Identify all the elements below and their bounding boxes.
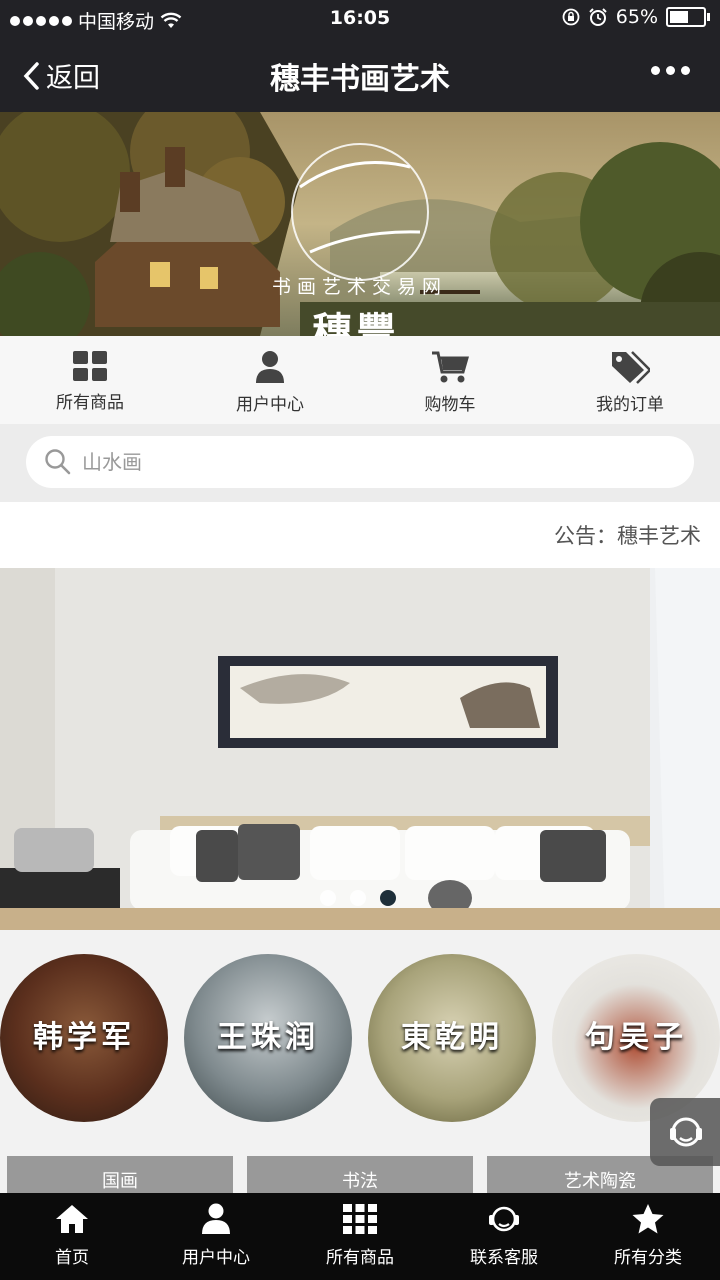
status-bar: 中国移动 16:05 65% bbox=[0, 0, 720, 36]
star-icon bbox=[632, 1204, 664, 1234]
bottom-tab-bar: 首页 用户中心 所有商品 联系客服 所有分类 bbox=[0, 1193, 720, 1280]
banner-logo-sub: 书画艺术交易网 bbox=[272, 276, 448, 298]
lock-rotation-icon bbox=[562, 8, 580, 26]
artist-circle[interactable]: 王珠润 bbox=[184, 954, 352, 1122]
tab-label: 所有商品 bbox=[326, 1248, 394, 1268]
user-icon bbox=[256, 351, 284, 383]
artist-name: 句吴子 bbox=[585, 1020, 687, 1055]
more-dot bbox=[651, 66, 660, 75]
quick-menu-cart[interactable]: 购物车 bbox=[360, 336, 540, 424]
carousel-dot[interactable] bbox=[380, 890, 396, 906]
status-right: 65% bbox=[562, 6, 710, 28]
battery-fill bbox=[670, 11, 688, 23]
page-title: 穗丰书画艺术 bbox=[270, 62, 450, 97]
tab-label: 首页 bbox=[55, 1248, 89, 1268]
nav-bar: 返回 穗丰书画艺术 bbox=[0, 36, 720, 112]
floating-service-button[interactable] bbox=[650, 1098, 720, 1166]
carousel-dot[interactable] bbox=[320, 890, 336, 906]
quick-menu-label: 所有商品 bbox=[56, 393, 124, 413]
carousel-dot[interactable] bbox=[350, 890, 366, 906]
search-input[interactable] bbox=[80, 449, 644, 475]
more-button[interactable] bbox=[651, 66, 690, 75]
battery-icon bbox=[666, 7, 710, 27]
artist-circle[interactable]: 句吴子 bbox=[552, 954, 720, 1122]
artist-row: 韩学军 王珠润 東乾明 句吴子 bbox=[0, 930, 720, 1150]
tab-label: 联系客服 bbox=[470, 1248, 538, 1268]
search-icon bbox=[45, 449, 71, 475]
category-tabs: 国画 书法 艺术陶瓷 bbox=[0, 1156, 720, 1196]
quick-menu-all-products[interactable]: 所有商品 bbox=[0, 336, 180, 424]
banner-logo-main: 穗豐 bbox=[312, 309, 400, 336]
hero-carousel[interactable] bbox=[0, 568, 720, 930]
headset-icon bbox=[489, 1206, 519, 1232]
notice-text: 公告：穗丰艺术 bbox=[554, 524, 701, 548]
tab-all-categories[interactable]: 所有分类 bbox=[576, 1193, 720, 1280]
artist-name: 東乾明 bbox=[401, 1020, 503, 1055]
grid-icon bbox=[73, 351, 107, 381]
quick-menu-label: 购物车 bbox=[424, 395, 476, 415]
artist-circle[interactable]: 東乾明 bbox=[368, 954, 536, 1122]
grid-icon bbox=[343, 1204, 377, 1234]
category-tab[interactable]: 书法 bbox=[247, 1156, 473, 1196]
chevron-left-icon bbox=[23, 61, 39, 90]
quick-menu-user-center[interactable]: 用户中心 bbox=[180, 336, 360, 424]
more-dot bbox=[681, 66, 690, 75]
battery-percent: 65% bbox=[615, 6, 658, 28]
quick-menu-label: 用户中心 bbox=[236, 395, 304, 415]
tag-icon bbox=[612, 351, 650, 384]
quick-menu: 所有商品 用户中心 购物车 我的订单 bbox=[0, 336, 720, 424]
search-box[interactable] bbox=[26, 436, 694, 488]
tab-contact-service[interactable]: 联系客服 bbox=[432, 1193, 576, 1280]
artist-circle[interactable]: 韩学军 bbox=[0, 954, 168, 1122]
banner-image[interactable]: 穗豐 书画艺术交易网 bbox=[0, 112, 720, 336]
carousel-dots bbox=[320, 890, 396, 906]
tab-home[interactable]: 首页 bbox=[0, 1193, 144, 1280]
tab-all-products[interactable]: 所有商品 bbox=[288, 1193, 432, 1280]
tab-label: 所有分类 bbox=[614, 1248, 682, 1268]
quick-menu-label: 我的订单 bbox=[596, 395, 664, 415]
more-dot bbox=[666, 66, 675, 75]
headset-icon bbox=[670, 1117, 702, 1147]
alarm-icon bbox=[589, 8, 607, 26]
user-icon bbox=[202, 1203, 230, 1234]
back-label: 返回 bbox=[46, 63, 100, 94]
category-tab[interactable]: 国画 bbox=[7, 1156, 233, 1196]
artist-name: 王珠润 bbox=[217, 1020, 319, 1055]
cart-icon bbox=[432, 351, 469, 383]
search-bar bbox=[0, 424, 720, 502]
artist-name: 韩学军 bbox=[33, 1020, 135, 1055]
quick-menu-my-orders[interactable]: 我的订单 bbox=[540, 336, 720, 424]
tab-user-center[interactable]: 用户中心 bbox=[144, 1193, 288, 1280]
tab-label: 用户中心 bbox=[182, 1248, 250, 1268]
living-room-photo bbox=[0, 568, 720, 930]
back-button[interactable]: 返回 bbox=[22, 56, 100, 95]
home-icon bbox=[56, 1205, 88, 1233]
notice-bar[interactable]: 公告：穗丰艺术 bbox=[0, 502, 720, 568]
